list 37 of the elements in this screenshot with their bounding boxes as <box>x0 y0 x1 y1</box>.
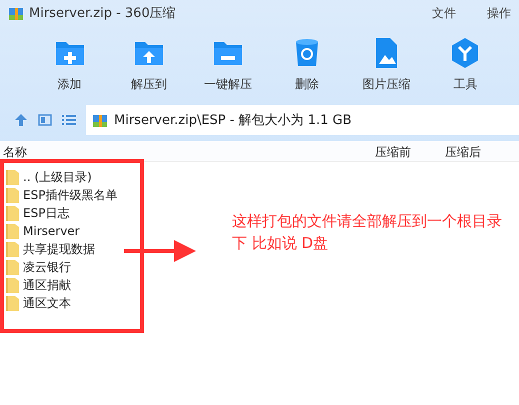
toolbar-button[interactable]: 添加 <box>30 34 110 95</box>
column-header[interactable]: 压缩后 <box>442 144 508 161</box>
column-header[interactable]: 压缩前 <box>372 144 442 161</box>
up-arrow-icon[interactable] <box>14 113 28 127</box>
address-bar[interactable]: Mirserver.zip\ESP - 解包大小为 1.1 GB <box>86 105 519 135</box>
arrow <box>124 238 196 264</box>
toolbar-button[interactable]: 工具 <box>426 34 506 95</box>
folder-row[interactable]: 凌云银行 <box>6 258 71 276</box>
folder-icon <box>6 242 19 256</box>
folder-icon <box>6 170 19 184</box>
folder-row[interactable]: .. (上级目录) <box>6 168 92 186</box>
folder-row[interactable]: ESP日志 <box>6 204 70 222</box>
folder-icon <box>6 296 19 310</box>
column-header[interactable]: 名称 <box>0 144 372 161</box>
folder-row[interactable]: 共享提现数据 <box>6 240 95 258</box>
folder-icon <box>6 188 19 202</box>
menu-item[interactable]: 文件 <box>432 4 456 22</box>
menu-item[interactable]: 操作 <box>487 4 511 22</box>
toolbar-button[interactable]: 解压到 <box>109 34 188 95</box>
toolbar-button[interactable]: 删除 <box>268 34 347 95</box>
view-icon[interactable] <box>38 114 52 126</box>
archive-icon <box>92 112 108 128</box>
folder-icon <box>6 278 19 292</box>
folder-icon <box>6 260 19 274</box>
archive-icon <box>8 5 24 21</box>
toolbar-button[interactable]: 图片压缩 <box>346 34 426 95</box>
folder-row[interactable]: ESP插件级黑名单 <box>6 186 118 204</box>
folder-icon <box>6 224 19 238</box>
folder-row[interactable]: Mirserver <box>6 222 80 240</box>
window-title: Mirserver.zip - 360压缩 <box>29 5 176 22</box>
folder-row[interactable]: 通区捐献 <box>6 276 71 294</box>
list-view-icon[interactable] <box>62 114 76 126</box>
folder-icon <box>6 206 19 220</box>
toolbar-button[interactable]: 一键解压 <box>188 34 268 95</box>
folder-row[interactable]: 通区文本 <box>6 294 71 312</box>
annotation-text: 这样打包的文件请全部解压到一个根目录下 比如说 D盘 <box>232 211 503 254</box>
archive-path: Mirserver.zip\ESP - 解包大小为 1.1 GB <box>114 112 352 129</box>
